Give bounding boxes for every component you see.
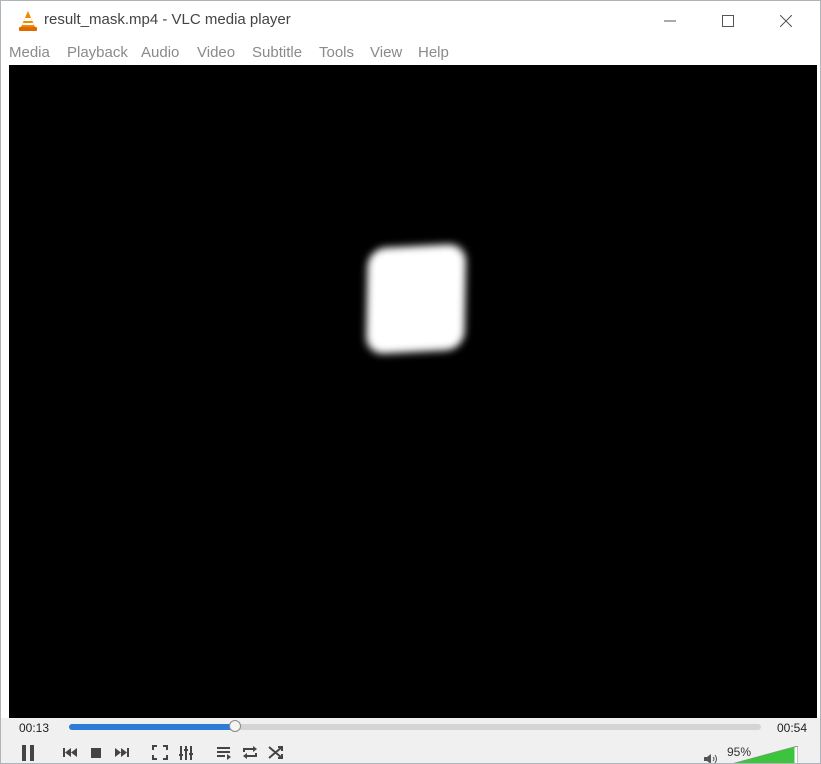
stop-button[interactable] bbox=[84, 740, 108, 763]
maximize-button[interactable] bbox=[699, 1, 757, 41]
seek-bar[interactable] bbox=[69, 720, 761, 732]
menu-video[interactable]: Video bbox=[197, 44, 235, 61]
vlc-window: result_mask.mp4 - VLC media player Media… bbox=[0, 0, 821, 764]
volume-slider[interactable] bbox=[728, 746, 798, 764]
previous-button[interactable] bbox=[58, 740, 82, 763]
fullscreen-button[interactable] bbox=[148, 740, 172, 763]
loop-button[interactable] bbox=[238, 740, 262, 763]
shuffle-icon bbox=[268, 746, 283, 759]
video-frame-mask-shape bbox=[365, 243, 467, 355]
title-bar: result_mask.mp4 - VLC media player bbox=[1, 1, 820, 41]
menu-playback[interactable]: Playback bbox=[67, 44, 128, 61]
previous-icon bbox=[63, 748, 77, 757]
elapsed-time: 00:13 bbox=[19, 721, 50, 735]
maximize-icon bbox=[722, 15, 734, 27]
seek-progress bbox=[69, 724, 236, 730]
menu-bar: Media Playback Audio Video Subtitle Tool… bbox=[1, 41, 820, 65]
seek-handle[interactable] bbox=[229, 720, 242, 732]
next-button[interactable] bbox=[110, 740, 134, 763]
extended-settings-icon bbox=[179, 746, 193, 760]
speaker-icon[interactable] bbox=[703, 753, 719, 764]
total-time: 00:54 bbox=[777, 721, 808, 735]
menu-audio[interactable]: Audio bbox=[141, 44, 179, 61]
window-title: result_mask.mp4 - VLC media player bbox=[44, 11, 291, 28]
menu-view[interactable]: View bbox=[370, 44, 402, 61]
minimize-button[interactable] bbox=[641, 1, 699, 41]
menu-media[interactable]: Media bbox=[9, 44, 50, 61]
pause-button[interactable] bbox=[16, 740, 40, 763]
next-icon bbox=[115, 748, 129, 757]
playlist-icon bbox=[217, 747, 231, 760]
close-icon bbox=[780, 15, 792, 27]
stop-icon bbox=[91, 748, 101, 758]
playlist-button[interactable] bbox=[212, 740, 236, 763]
control-bar: 00:13 00:54 95% bbox=[1, 718, 820, 764]
fullscreen-icon bbox=[152, 745, 168, 760]
pause-icon bbox=[22, 745, 34, 761]
extended-settings-button[interactable] bbox=[174, 740, 198, 763]
shuffle-button[interactable] bbox=[264, 740, 288, 763]
menu-subtitle[interactable]: Subtitle bbox=[252, 44, 302, 61]
menu-tools[interactable]: Tools bbox=[319, 44, 354, 61]
loop-icon bbox=[243, 746, 257, 759]
menu-help[interactable]: Help bbox=[418, 44, 449, 61]
close-button[interactable] bbox=[757, 1, 815, 41]
minimize-icon bbox=[664, 20, 676, 22]
video-area[interactable] bbox=[9, 65, 817, 718]
vlc-cone-icon bbox=[19, 11, 37, 31]
